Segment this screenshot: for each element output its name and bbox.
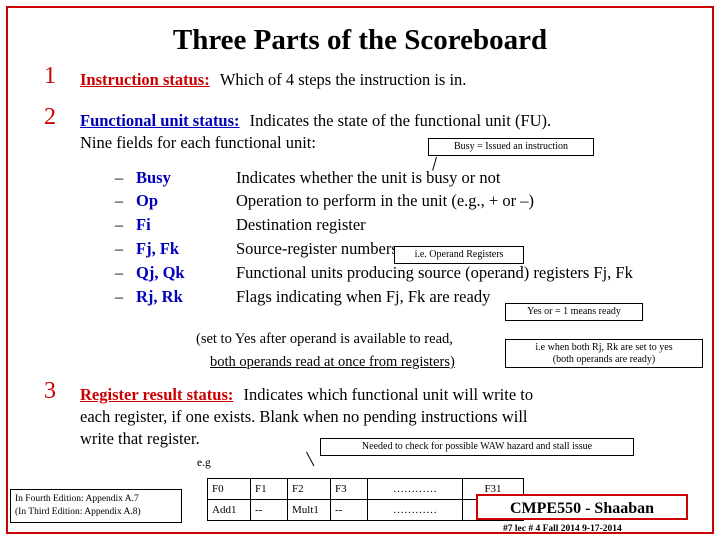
- table-cell-value-f2: Mult1: [287, 499, 331, 521]
- field-desc-rj-rk: Flags indicating when Fj, Fk are ready: [236, 287, 491, 306]
- item-1-line: Instruction status: Which of 4 steps the…: [80, 70, 466, 90]
- item-number-3: 3: [44, 378, 56, 404]
- field-term-fj-fk: Fj, Fk: [136, 239, 180, 258]
- table-cell-f2: F2: [287, 478, 331, 500]
- paren-line-1: (set to Yes after operand is available t…: [196, 331, 453, 347]
- item-2-line: Functional unit status: Indicates the st…: [80, 111, 551, 131]
- field-dash-icon: –: [114, 215, 124, 234]
- field-term-fi: Fi: [136, 215, 151, 234]
- item-2-heading: Functional unit status:: [80, 111, 240, 130]
- callout-both-operands-ready: i.e when both Rj, Rk are set to yes (bot…: [505, 339, 703, 368]
- edition-note-box: In Fourth Edition: Appendix A.7 (In Thir…: [10, 489, 182, 523]
- field-dash-icon: –: [114, 239, 124, 258]
- field-desc-fj-fk: Source-register numbers: [236, 239, 398, 258]
- eg-label: e.g: [197, 457, 211, 469]
- edition-note-line2: (In Third Edition: Appendix A.8): [15, 506, 141, 517]
- field-term-op: Op: [136, 191, 159, 210]
- item-3-line: Register result status: Indicates which …: [80, 385, 533, 405]
- field-desc-fi: Destination register: [236, 215, 366, 234]
- callout-waw-leader: [306, 451, 315, 467]
- table-cell-f3: F3: [330, 478, 368, 500]
- field-desc-busy: Indicates whether the unit is busy or no…: [236, 168, 501, 187]
- item-3-line3: write that register.: [80, 429, 200, 448]
- footer-meta: #7 lec # 4 Fall 2014 9-17-2014: [503, 524, 622, 534]
- table-cell-value-f0: Add1: [207, 499, 251, 521]
- item-1-heading: Instruction status:: [80, 70, 210, 89]
- table-cell-ellipsis: …………: [367, 478, 463, 500]
- table-cell-value-f1: --: [250, 499, 288, 521]
- field-term-busy: Busy: [136, 168, 171, 187]
- item-number-2: 2: [44, 104, 56, 130]
- field-desc-op: Operation to perform in the unit (e.g., …: [236, 191, 534, 210]
- field-term-qj-qk: Qj, Qk: [136, 263, 185, 282]
- item-3-body: Indicates which functional unit will wri…: [243, 385, 534, 404]
- field-dash-icon: –: [114, 287, 124, 306]
- course-footer-box: CMPE550 - Shaaban: [476, 494, 688, 520]
- item-2-subline: Nine fields for each functional unit:: [80, 133, 316, 152]
- page-title: Three Parts of the Scoreboard: [172, 24, 548, 56]
- callout-busy-issued: Busy = Issued an instruction: [428, 138, 594, 156]
- slide-root: Three Parts of the Scoreboard 1 Instruct…: [0, 0, 720, 540]
- callout-operand-registers: i.e. Operand Registers: [394, 246, 524, 264]
- item-1-body: Which of 4 steps the instruction is in.: [219, 70, 467, 89]
- callout-both-ready-line1: i.e when both Rj, Rk are set to yes: [535, 342, 673, 353]
- table-cell-f0: F0: [207, 478, 251, 500]
- field-dash-icon: –: [114, 263, 124, 282]
- table-cell-value-f3: --: [330, 499, 368, 521]
- callout-both-ready-line2: (both operands are ready): [552, 353, 656, 365]
- item-3-line2: each register, if one exists. Blank when…: [80, 407, 528, 426]
- field-dash-icon: –: [114, 168, 124, 187]
- table-cell-f1: F1: [250, 478, 288, 500]
- field-desc-qj-qk: Functional units producing source (opera…: [236, 263, 633, 282]
- table-cell-value-ellipsis: …………: [367, 499, 463, 521]
- field-term-rj-rk: Rj, Rk: [136, 287, 183, 306]
- callout-waw-hazard: Needed to check for possible WAW hazard …: [320, 438, 634, 456]
- edition-note-line1: In Fourth Edition: Appendix A.7: [15, 494, 139, 504]
- paren-line-2: both operands read at once from register…: [210, 354, 455, 370]
- item-3-heading: Register result status:: [80, 385, 234, 404]
- field-dash-icon: –: [114, 191, 124, 210]
- callout-yes-or-one: Yes or = 1 means ready: [505, 303, 643, 321]
- item-number-1: 1: [44, 63, 56, 89]
- item-2-body: Indicates the state of the functional un…: [249, 111, 552, 130]
